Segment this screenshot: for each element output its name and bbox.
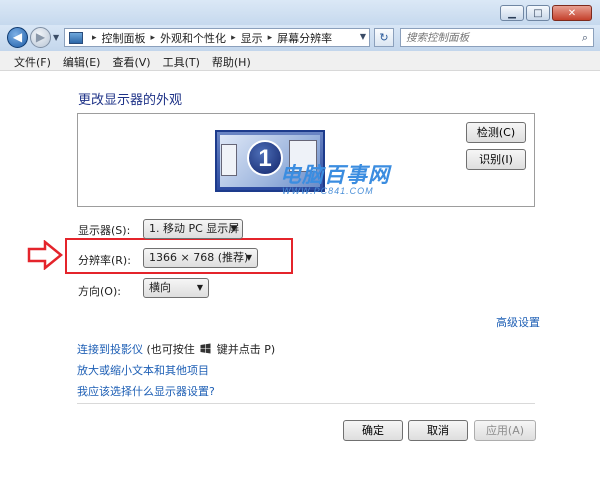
chevron-right-icon: ▸ xyxy=(150,32,156,43)
control-panel-icon xyxy=(69,31,83,44)
projector-hint-start: (也可按住 xyxy=(146,343,195,356)
ok-button[interactable]: 确定 xyxy=(343,420,403,441)
search-input[interactable] xyxy=(401,29,578,47)
resolution-value: 1366 × 768 (推荐) xyxy=(149,251,249,264)
chevron-right-icon: ▸ xyxy=(92,32,97,43)
resolution-label: 分辨率(R): xyxy=(78,254,131,267)
menu-help[interactable]: 帮助(H) xyxy=(206,51,257,70)
menu-file[interactable]: 文件(F) xyxy=(8,51,57,70)
detect-button[interactable]: 检测(C) xyxy=(466,122,526,143)
divider xyxy=(77,403,535,404)
breadcrumb-display[interactable]: 显示 xyxy=(241,30,263,46)
chevron-right-icon: ▸ xyxy=(267,32,273,43)
display-label: 显示器(S): xyxy=(78,224,131,237)
advanced-settings-link[interactable]: 高级设置 xyxy=(496,314,540,330)
arrow-right-icon: ▶ xyxy=(35,30,46,44)
breadcrumb-control-panel[interactable]: 控制面板 xyxy=(102,30,146,46)
menu-bar: 文件(F) 编辑(E) 查看(V) 工具(T) 帮助(H) xyxy=(0,51,600,71)
projector-hint-end: 键并点击 P) xyxy=(216,343,276,356)
watermark: 电脑百事网 WWW.PC841.COM xyxy=(280,159,390,196)
red-arrow-icon xyxy=(27,240,63,270)
menu-view[interactable]: 查看(V) xyxy=(106,51,156,70)
watermark-subtitle: WWW.PC841.COM xyxy=(282,186,374,196)
menu-tools[interactable]: 工具(T) xyxy=(157,51,206,70)
orientation-value: 横向 xyxy=(149,281,171,294)
content-area: 更改显示器的外观 1 检测(C) 识别(I) 电脑百事网 WWW.PC841.C… xyxy=(0,71,600,493)
watermark-title: 电脑百事网 xyxy=(280,162,390,187)
window-controls: ▁ □ ✕ xyxy=(498,5,592,21)
display-select[interactable]: 1. 移动 PC 显示屏 ▼ xyxy=(143,219,243,239)
apply-button[interactable]: 应用(A) xyxy=(474,420,536,441)
breadcrumb-screen-resolution[interactable]: 屏幕分辨率 xyxy=(277,30,332,46)
chevron-down-icon[interactable]: ▼ xyxy=(360,32,366,41)
recent-pages-dropdown[interactable]: ▼ xyxy=(53,33,59,42)
windows-logo-icon xyxy=(200,343,211,354)
minimize-button[interactable]: ▁ xyxy=(500,5,524,21)
resolution-select[interactable]: 1366 × 768 (推荐) ▼ xyxy=(143,248,258,268)
monitor-number: 1 xyxy=(247,140,283,176)
projector-row: 连接到投影仪 (也可按住 键并点击 P) xyxy=(77,341,275,357)
which-settings-link[interactable]: 我应该选择什么显示器设置? xyxy=(77,383,215,399)
chevron-down-icon: ▼ xyxy=(245,253,252,262)
connect-projector-link[interactable]: 连接到投影仪 xyxy=(77,343,143,356)
chevron-down-icon: ▼ xyxy=(230,224,237,233)
arrow-left-icon: ◀ xyxy=(12,30,23,44)
maximize-button[interactable]: □ xyxy=(526,5,550,21)
menu-edit[interactable]: 编辑(E) xyxy=(57,51,107,70)
display-value: 1. 移动 PC 显示屏 xyxy=(149,222,240,235)
chevron-right-icon: ▸ xyxy=(231,32,236,43)
text-size-link[interactable]: 放大或缩小文本和其他项目 xyxy=(77,362,209,378)
forward-button[interactable]: ▶ xyxy=(30,27,51,48)
page-title: 更改显示器的外观 xyxy=(78,93,183,108)
cancel-button[interactable]: 取消 xyxy=(408,420,468,441)
navigation-bar: ◀ ▶ ▼ ▸ 控制面板 ▸ 外观和个性化 ▸ 显示 ▸ 屏幕分辨率 ▼ ↻ ⌕ xyxy=(0,25,600,51)
close-button[interactable]: ✕ xyxy=(552,5,592,21)
orientation-label: 方向(O): xyxy=(78,285,121,298)
refresh-icon: ↻ xyxy=(379,31,389,44)
search-icon[interactable]: ⌕ xyxy=(582,31,588,45)
address-bar[interactable]: ▸ 控制面板 ▸ 外观和个性化 ▸ 显示 ▸ 屏幕分辨率 ▼ xyxy=(64,28,370,47)
back-button[interactable]: ◀ xyxy=(7,27,28,48)
identify-button[interactable]: 识别(I) xyxy=(466,149,526,170)
title-bar: ▁ □ ✕ xyxy=(0,0,600,25)
chevron-down-icon: ▼ xyxy=(53,33,60,42)
search-box: ⌕ xyxy=(400,28,594,47)
refresh-button[interactable]: ↻ xyxy=(374,28,394,47)
window-thumbnail xyxy=(221,144,237,176)
chevron-down-icon: ▼ xyxy=(196,283,203,292)
orientation-select[interactable]: 横向 ▼ xyxy=(143,278,209,298)
breadcrumb-appearance[interactable]: 外观和个性化 xyxy=(160,30,226,46)
